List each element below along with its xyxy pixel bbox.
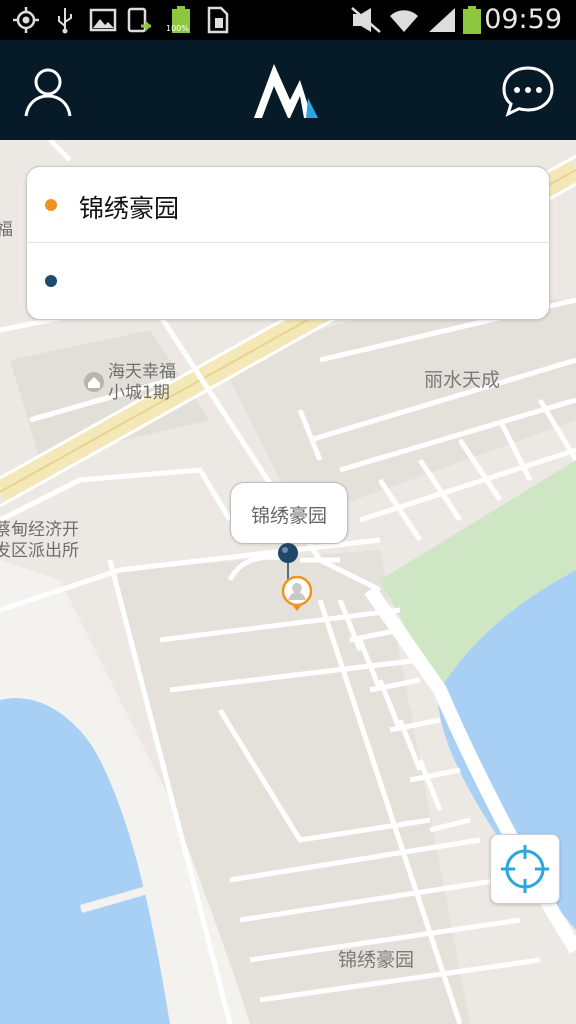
gallery-icon (89, 8, 117, 32)
person-icon (24, 68, 72, 117)
gps-icon (13, 7, 39, 33)
app-logo (254, 64, 318, 118)
origin-field[interactable]: 锦绣豪园 (27, 167, 549, 243)
sim-icon (207, 6, 229, 34)
map-label-haitian-line2: 小城1期 (108, 383, 170, 403)
origin-text: 锦绣豪园 (79, 194, 180, 223)
wifi-icon (390, 10, 418, 32)
map-label-fu: 福 (0, 220, 13, 240)
map-label-police-line2: 发区派出所 (0, 541, 79, 561)
download-icon (127, 7, 151, 33)
destination-field[interactable] (27, 243, 549, 318)
origin-dot (45, 199, 57, 211)
profile-button[interactable] (20, 62, 80, 122)
chat-button[interactable] (498, 62, 558, 122)
locate-me-button[interactable] (490, 834, 560, 904)
location-bubble[interactable]: 锦绣豪园 (230, 482, 348, 544)
app-header (0, 40, 576, 140)
battery-percent-label: 100% (166, 24, 189, 33)
status-bar: 100% 09:59 (0, 0, 576, 40)
chat-bubble-icon (502, 66, 554, 117)
mute-icon (351, 7, 381, 33)
map-label-haitian-line1: 海天幸福 (108, 362, 176, 382)
route-card: 锦绣豪园 (26, 166, 550, 320)
map-label-police-line1: 蔡甸经济开 (0, 520, 79, 540)
map-label-lishui: 丽水天成 (424, 369, 501, 391)
signal-icon (429, 8, 455, 32)
usb-icon (58, 8, 72, 34)
map-label-jinxiu: 锦绣豪园 (338, 949, 415, 971)
user-location-icon (281, 575, 313, 611)
location-bubble-text: 锦绣豪园 (250, 505, 327, 527)
destination-dot (45, 275, 57, 287)
crosshair-icon (501, 845, 549, 893)
battery-icon (463, 6, 481, 34)
home-poi-icon (84, 372, 104, 392)
clock: 09:59 (484, 4, 562, 35)
